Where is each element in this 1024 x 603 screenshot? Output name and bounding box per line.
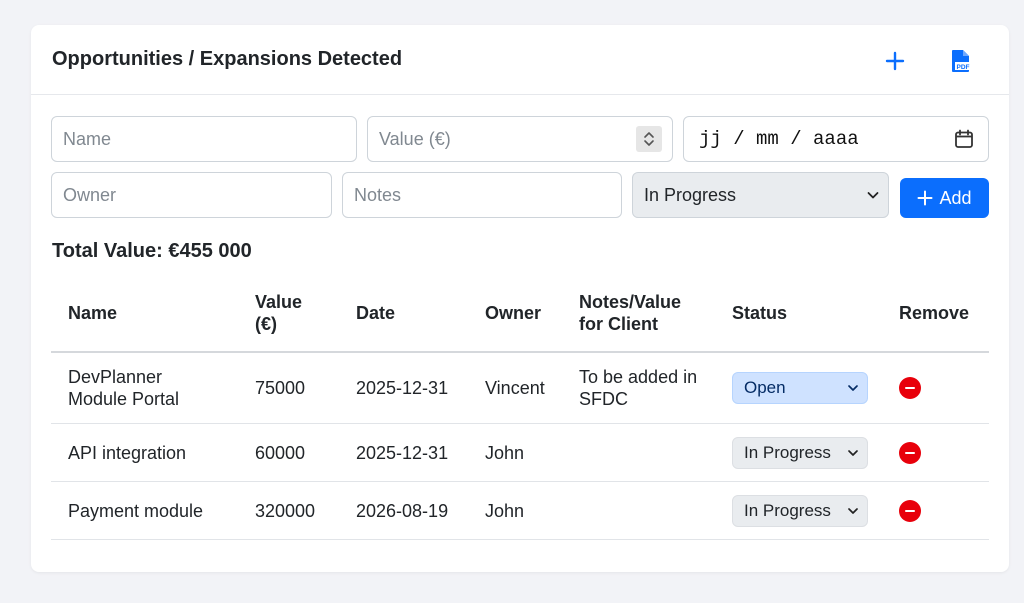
card-title: Opportunities / Expansions Detected — [52, 48, 403, 70]
opportunities-card: Opportunities / Expansions Detected PDF … — [31, 25, 1009, 572]
add-opportunity-button[interactable] — [880, 46, 910, 76]
owner-input[interactable] — [51, 172, 332, 218]
row-2-date: 2025-12-31 — [356, 443, 449, 463]
row-3-remove-button[interactable] — [899, 500, 921, 522]
row-3-status-select[interactable]: In Progress — [732, 495, 868, 527]
name-input[interactable] — [51, 116, 357, 162]
row-3-name: Payment module — [68, 501, 204, 521]
row-3-date: 2026-08-19 — [356, 501, 449, 521]
row-1-value: 75000 — [255, 378, 306, 398]
status-select-value: In Progress — [644, 184, 737, 205]
col-header-value: Value (€) — [255, 292, 303, 334]
row-1-remove-button[interactable] — [899, 377, 921, 399]
card-header: Opportunities / Expansions Detected PDF — [31, 25, 1009, 95]
minus-icon — [905, 510, 915, 512]
row-2-status-select[interactable]: In Progress — [732, 437, 868, 469]
col-header-notes: Notes/Value for Client — [579, 292, 682, 334]
minus-icon — [905, 387, 915, 389]
stepper-arrows-icon — [644, 132, 654, 146]
row-2-status-value: In Progress — [744, 443, 831, 462]
row-3-owner: John — [485, 501, 525, 521]
calendar-icon[interactable] — [954, 129, 974, 149]
col-header-status: Status — [732, 303, 788, 323]
plus-icon — [917, 190, 933, 206]
date-input[interactable]: jj / mm / aaaa — [683, 116, 989, 162]
value-stepper[interactable] — [636, 126, 662, 152]
row-3-value: 320000 — [255, 501, 316, 521]
export-pdf-button[interactable]: PDF — [946, 46, 976, 76]
row-1-notes: To be added in SFDC — [579, 367, 698, 409]
table-header-divider — [51, 351, 989, 353]
row-1-status-value: Open — [744, 378, 786, 397]
svg-text:PDF: PDF — [957, 64, 970, 71]
chevron-down-icon — [848, 385, 858, 391]
row-2-remove-button[interactable] — [899, 442, 921, 464]
row-1-name: DevPlanner Module Portal — [68, 367, 180, 409]
date-input-value: jj / mm / aaaa — [699, 128, 859, 150]
pdf-file-icon: PDF — [952, 50, 971, 72]
value-input[interactable] — [367, 116, 673, 162]
col-header-name: Name — [68, 303, 118, 323]
row-2-name: API integration — [68, 443, 187, 463]
row-1-owner: Vincent — [485, 378, 545, 398]
col-header-remove: Remove — [899, 303, 970, 323]
chevron-down-icon — [848, 508, 858, 514]
chevron-down-icon — [848, 450, 858, 456]
row-divider — [51, 481, 989, 482]
status-select[interactable]: In Progress — [632, 172, 889, 218]
row-1-date: 2025-12-31 — [356, 378, 449, 398]
row-2-value: 60000 — [255, 443, 306, 463]
row-2-owner: John — [485, 443, 525, 463]
notes-input[interactable] — [342, 172, 622, 218]
plus-icon — [885, 51, 905, 71]
col-header-owner: Owner — [485, 303, 542, 323]
row-3-status-value: In Progress — [744, 501, 831, 520]
chevron-down-icon — [867, 192, 879, 199]
col-header-date: Date — [356, 303, 396, 323]
add-button[interactable]: Add — [900, 178, 989, 218]
add-button-label: Add — [939, 187, 972, 208]
row-1-status-select[interactable]: Open — [732, 372, 868, 404]
row-divider — [51, 423, 989, 424]
minus-icon — [905, 452, 915, 454]
total-value: Total Value: €455 000 — [52, 240, 252, 262]
row-divider — [51, 539, 989, 540]
